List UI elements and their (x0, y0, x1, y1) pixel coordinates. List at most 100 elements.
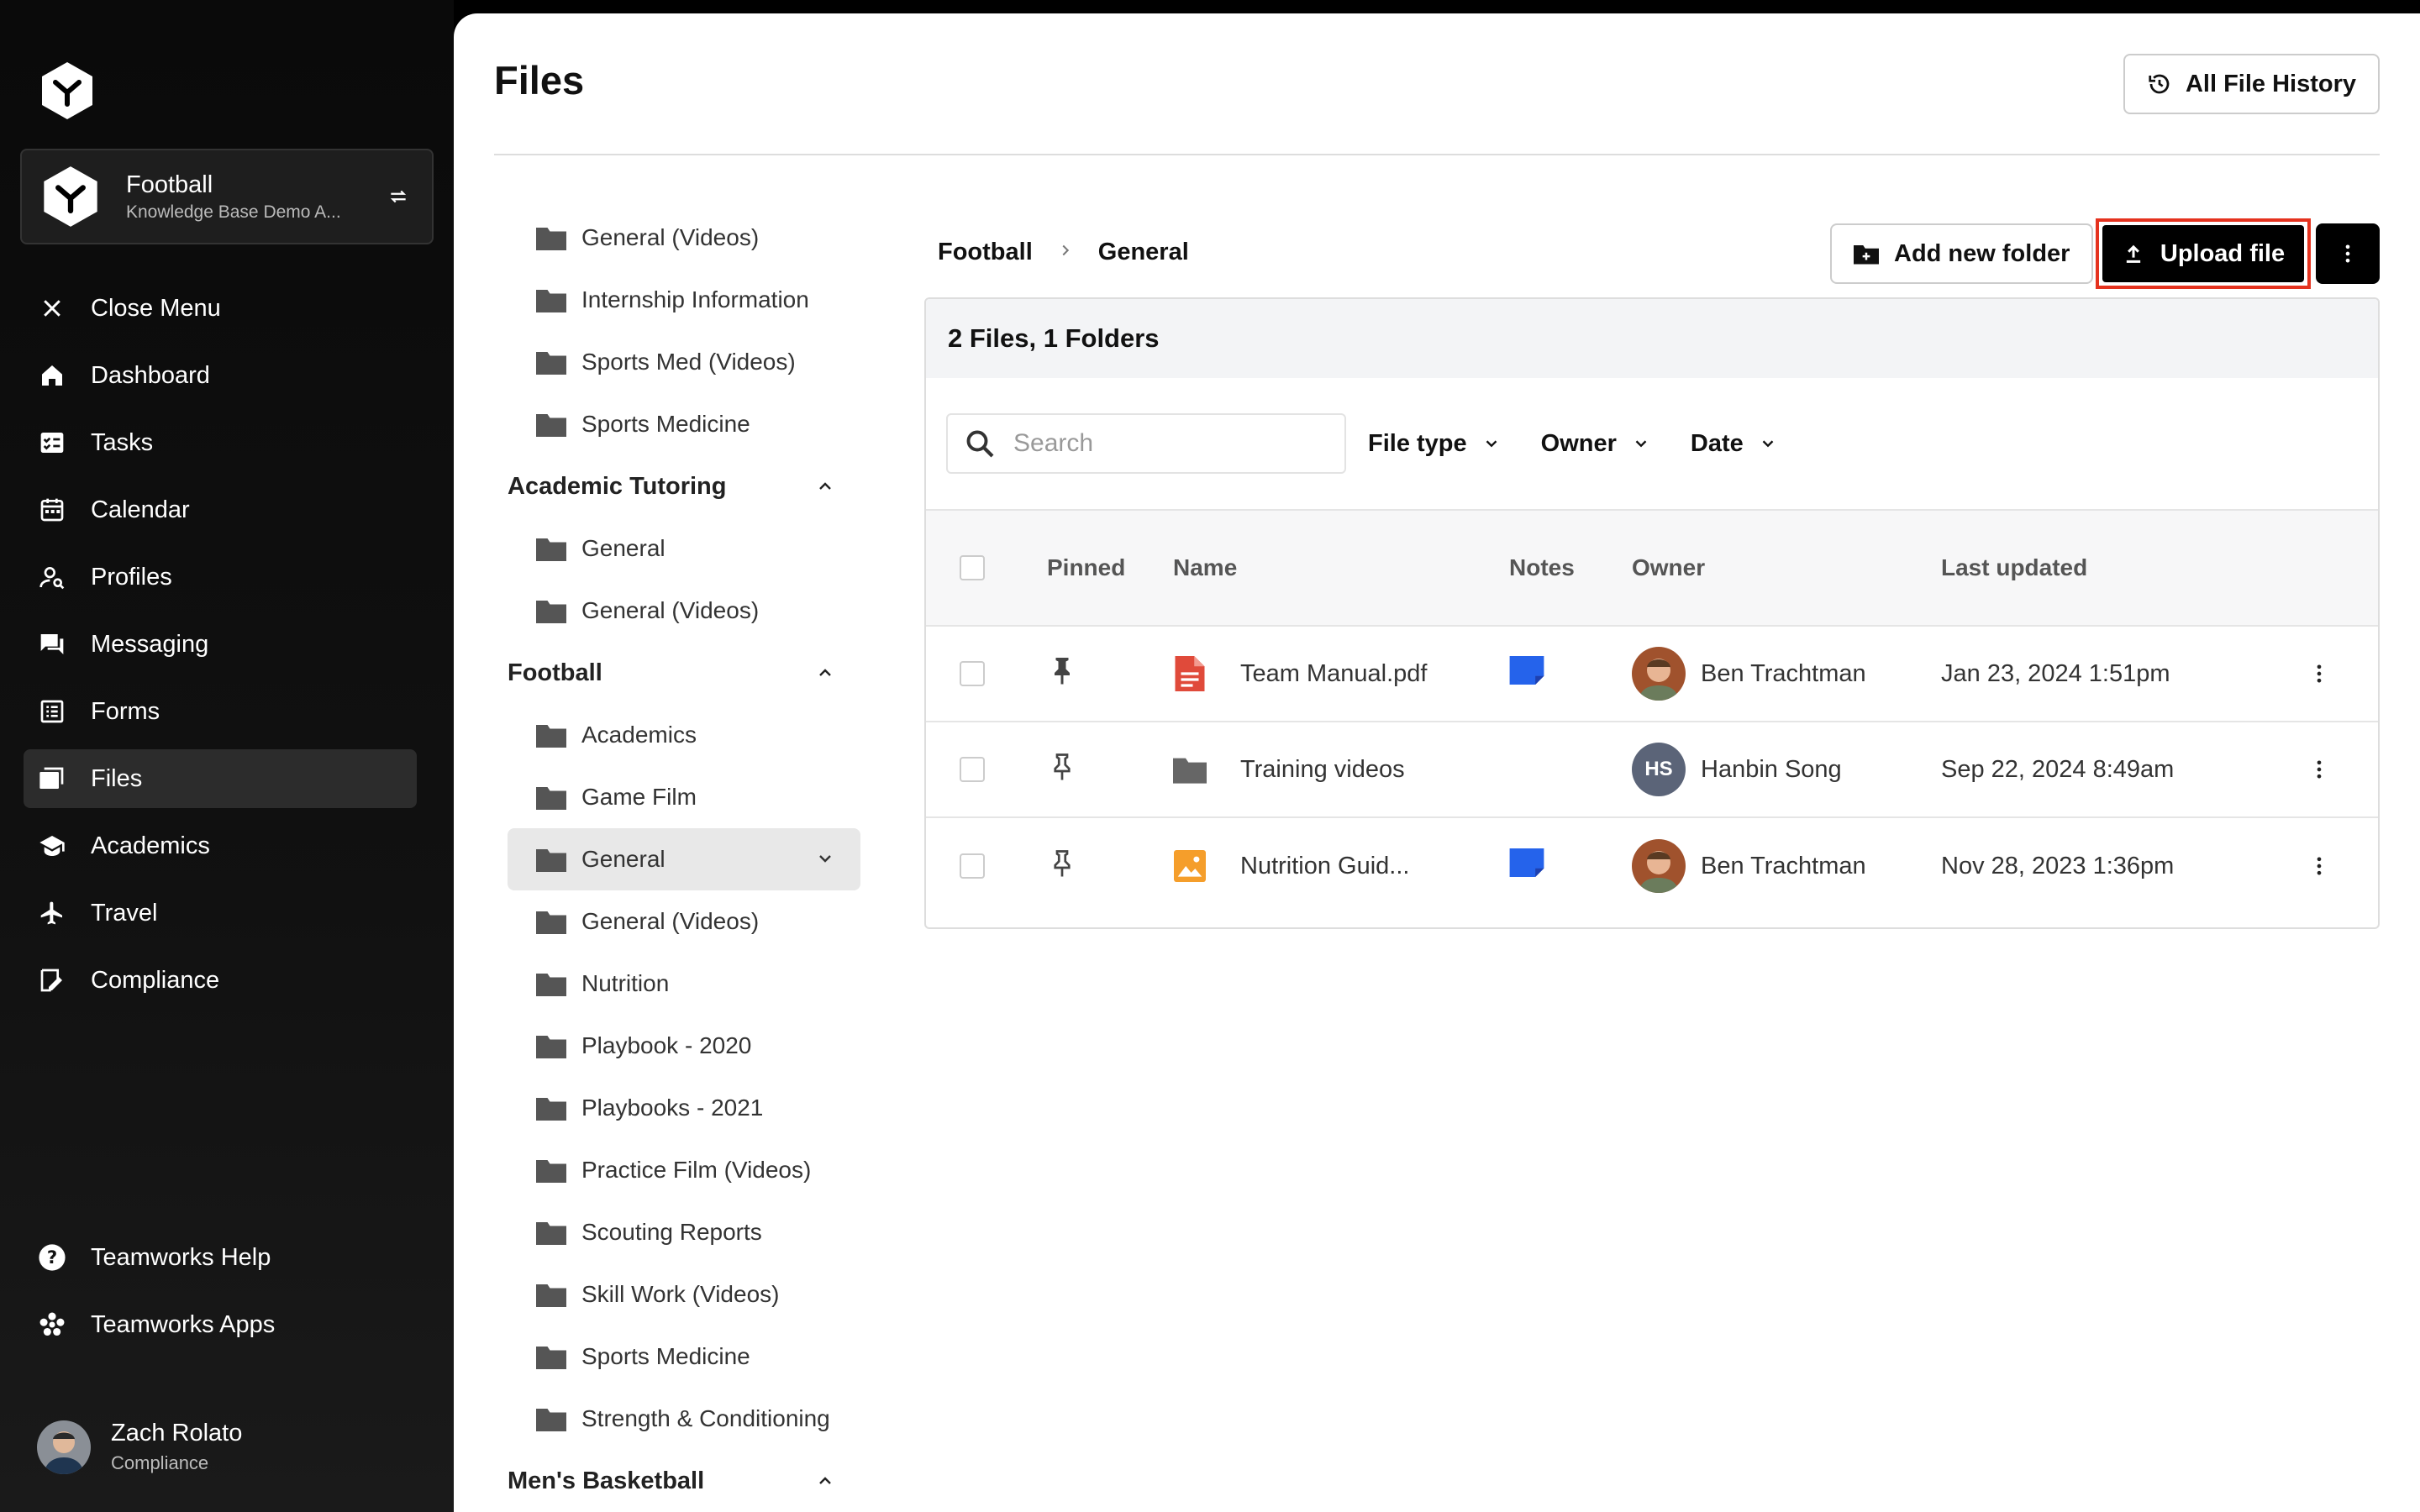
tree-group-football[interactable]: Football (508, 642, 860, 704)
note-icon[interactable] (1509, 656, 1544, 685)
nav-calendar[interactable]: Calendar (24, 480, 417, 539)
nav-label: Dashboard (91, 361, 210, 389)
tree-folder[interactable]: General (Videos) (508, 580, 860, 642)
tree-folder[interactable]: Skill Work (Videos) (508, 1263, 860, 1326)
nav-profiles[interactable]: Profiles (24, 548, 417, 606)
tree-folder[interactable]: Sports Medicine (508, 393, 860, 455)
chevron-right-icon (1056, 239, 1075, 266)
nav-files[interactable]: Files (24, 749, 417, 808)
nav-label: Teamworks Help (91, 1243, 271, 1271)
nav-academics[interactable]: Academics (24, 816, 417, 875)
file-name[interactable]: Nutrition Guid... (1240, 853, 1409, 880)
tree-group-mens-basketball[interactable]: Men's Basketball (508, 1450, 860, 1512)
team-logo-icon (39, 165, 103, 228)
profile-search-icon (37, 562, 67, 592)
tree-folder[interactable]: Scouting Reports (508, 1201, 860, 1263)
tree-folder[interactable]: Internship Information (508, 269, 860, 331)
owner-filter[interactable]: Owner (1541, 430, 1650, 458)
select-all-checkbox[interactable] (960, 555, 985, 580)
nav-dashboard[interactable]: Dashboard (24, 346, 417, 405)
nav-tasks[interactable]: Tasks (24, 413, 417, 472)
tree-folder[interactable]: Playbooks - 2021 (508, 1077, 860, 1139)
folder-icon (536, 725, 566, 748)
nav-teamworks-apps[interactable]: Teamworks Apps (24, 1295, 417, 1354)
swap-arrows-icon[interactable] (381, 180, 415, 213)
teamworks-logo-icon[interactable] (37, 60, 97, 121)
search-box[interactable] (946, 413, 1346, 474)
folder-label: Playbook - 2020 (581, 1032, 752, 1058)
kebab-menu-icon[interactable] (2307, 854, 2331, 878)
tree-folder[interactable]: General (Videos) (508, 207, 860, 269)
upload-file-button[interactable]: Upload file (2102, 225, 2304, 282)
calendar-icon (37, 495, 67, 525)
date-filter[interactable]: Date (1691, 430, 1777, 458)
tree-folder-selected[interactable]: General (508, 828, 860, 890)
nav-label: Calendar (91, 496, 190, 523)
breadcrumb-item[interactable]: Football (938, 239, 1033, 266)
tree-folder[interactable]: Sports Med (Videos) (508, 331, 860, 393)
nav-teamworks-help[interactable]: ? Teamworks Help (24, 1228, 417, 1287)
table-row[interactable]: Nutrition Guid... Ben Trachtman Nov 28, … (926, 818, 2378, 914)
pin-outline-icon[interactable] (1047, 848, 1077, 878)
table-row[interactable]: Training videos HS Hanbin Song Sep 22, 2… (926, 722, 2378, 818)
nav-label: Close Menu (91, 294, 221, 322)
owner-name: Ben Trachtman (1701, 659, 1866, 687)
tree-folder[interactable]: Academics (508, 704, 860, 766)
pin-filled-icon[interactable] (1047, 655, 1077, 685)
nav-travel[interactable]: Travel (24, 884, 417, 942)
tree-group-academic-tutoring[interactable]: Academic Tutoring (508, 455, 860, 517)
search-input[interactable] (1013, 429, 1316, 458)
tree-folder[interactable]: General (Videos) (508, 890, 860, 953)
column-notes[interactable]: Notes (1509, 554, 1632, 581)
filter-label: Owner (1540, 429, 1617, 457)
kebab-menu-icon[interactable] (2307, 662, 2331, 685)
folder-label: Nutrition (581, 970, 670, 996)
filter-label: File type (1368, 429, 1467, 457)
row-checkbox[interactable] (960, 661, 985, 686)
add-new-folder-button[interactable]: Add new folder (1830, 223, 2094, 284)
table-row[interactable]: Team Manual.pdf Ben Trachtman Jan 23, 20… (926, 627, 2378, 722)
chevron-up-icon (819, 669, 831, 676)
tree-folder[interactable]: Nutrition (508, 953, 860, 1015)
nav-messaging[interactable]: Messaging (24, 615, 417, 674)
tree-folder[interactable]: Game Film (508, 766, 860, 828)
row-checkbox[interactable] (960, 853, 985, 879)
file-name[interactable]: Team Manual.pdf (1240, 660, 1427, 688)
file-name[interactable]: Training videos (1240, 756, 1405, 784)
folder-label: Game Film (581, 784, 697, 810)
svg-text:?: ? (47, 1247, 57, 1268)
note-icon[interactable] (1509, 848, 1544, 877)
tree-folder[interactable]: General (508, 517, 860, 580)
column-last-updated[interactable]: Last updated (1941, 554, 2294, 581)
all-file-history-button[interactable]: All File History (2123, 54, 2380, 114)
folder-icon (536, 1098, 566, 1121)
tree-folder[interactable]: Playbook - 2020 (508, 1015, 860, 1077)
column-pinned[interactable]: Pinned (1039, 554, 1173, 581)
breadcrumb: Football General (938, 239, 1189, 266)
filter-label: Date (1690, 429, 1744, 457)
nav-forms[interactable]: Forms (24, 682, 417, 741)
folder-label: General (581, 846, 666, 872)
column-name[interactable]: Name (1173, 554, 1509, 581)
current-user[interactable]: Zach Rolato Compliance (37, 1420, 242, 1474)
pdf-file-icon (1173, 655, 1207, 692)
column-owner[interactable]: Owner (1632, 554, 1941, 581)
tree-folder[interactable]: Sports Medicine (508, 1326, 860, 1388)
nav-close-menu[interactable]: Close Menu (24, 279, 417, 338)
group-label: Academic Tutoring (508, 472, 727, 500)
file-type-filter[interactable]: File type (1368, 430, 1501, 458)
tree-folder[interactable]: Practice Film (Videos) (508, 1139, 860, 1201)
pin-outline-icon[interactable] (1047, 751, 1077, 781)
image-file-icon (1173, 848, 1207, 885)
folder-label: General (Videos) (581, 908, 760, 934)
kebab-menu-icon[interactable] (2307, 758, 2331, 781)
row-checkbox[interactable] (960, 757, 985, 782)
upload-label: Upload file (2160, 239, 2286, 267)
team-switcher[interactable]: Football Knowledge Base Demo A... (20, 149, 434, 244)
breadcrumb-item-current: General (1097, 239, 1189, 265)
chevron-down-icon[interactable] (815, 848, 835, 869)
more-options-button[interactable] (2316, 223, 2380, 284)
nav-compliance[interactable]: Compliance (24, 951, 417, 1010)
tree-folder[interactable]: Strength & Conditioning (508, 1388, 860, 1450)
folder-icon (536, 1284, 566, 1307)
